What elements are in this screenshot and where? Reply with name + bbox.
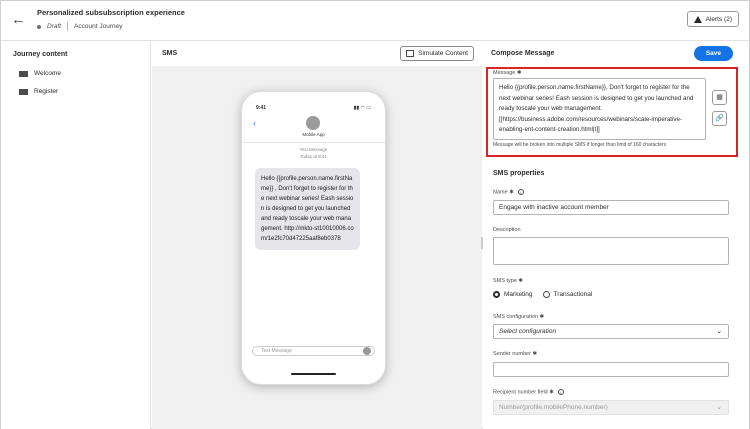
- message-textarea[interactable]: Hello {{profile.person.name.firstName}},…: [493, 78, 706, 140]
- compose-title: Compose Message: [491, 50, 555, 57]
- journey-name: Account Journey: [74, 23, 123, 30]
- radio-marketing[interactable]: Marketing: [493, 291, 533, 298]
- phone-text-input: Text Message: [252, 346, 375, 356]
- link-icon[interactable]: 🔗: [712, 111, 727, 126]
- sender-number-label: Sender number ✱: [493, 351, 538, 357]
- status-dot-icon: [37, 24, 41, 29]
- sms-type-label: SMS type ✱: [493, 278, 523, 284]
- name-input[interactable]: Engage with inactive account member: [493, 200, 729, 215]
- recipient-number-label: Recipient number field ✱ i: [493, 389, 564, 395]
- avatar: [306, 116, 320, 130]
- alerts-label: Alerts (2): [705, 15, 732, 23]
- simulate-label: Simulate Content: [418, 50, 468, 57]
- divider: [242, 142, 385, 143]
- name-label: Name ✱ i: [493, 189, 524, 195]
- phone-app-name: Mobile App: [302, 132, 325, 137]
- preview-title: SMS: [162, 50, 178, 57]
- sender-number-input[interactable]: [493, 362, 729, 377]
- description-input[interactable]: [493, 237, 729, 265]
- content-item-register[interactable]: Register: [19, 88, 58, 95]
- status-label: Draft: [47, 23, 62, 30]
- sms-properties-title: SMS properties: [493, 170, 545, 177]
- phone-input-placeholder: Text Message: [261, 348, 292, 354]
- mail-icon: [19, 70, 28, 77]
- chevron-down-icon: ⌄: [716, 328, 722, 335]
- content-item-label: Register: [34, 88, 59, 95]
- radio-unselected-icon: [542, 291, 550, 298]
- send-icon: [363, 347, 371, 355]
- phone-mockup: 9:41 ▮▮ ◠ ▭ ‹ Mobile App Text Message To…: [241, 91, 386, 385]
- journey-subtitle: Draft Account Journey: [37, 22, 123, 31]
- sms-config-label: SMS configuration ✱: [493, 314, 545, 320]
- message-hint: Message will be broken into multiple SMS…: [493, 142, 667, 148]
- chevron-down-icon: ⌄: [716, 404, 722, 411]
- message-type: Text Message: [299, 147, 328, 152]
- recipient-number-field: Number(profile.mobilePhone.number) ⌄: [493, 400, 729, 415]
- sms-config-select[interactable]: Select configuration ⌄: [493, 324, 729, 339]
- message-bubble: Hello {{profile.person.name.firstName}} …: [255, 168, 360, 250]
- radio-transactional[interactable]: Transactional: [542, 291, 592, 298]
- info-icon[interactable]: i: [557, 389, 564, 395]
- top-bar: ← Personalized subsubscription experienc…: [1, 1, 749, 41]
- compose-panel: Compose Message Save Message ✱ Hello {{p…: [483, 42, 749, 429]
- home-indicator: [291, 373, 336, 375]
- alerts-button[interactable]: Alerts (2): [686, 11, 739, 27]
- message-time: Today at 9:41: [299, 154, 328, 159]
- radio-selected-icon: [493, 291, 500, 298]
- personalization-icon[interactable]: ▦: [712, 90, 727, 105]
- save-button[interactable]: Save: [693, 46, 733, 61]
- journey-title: Personalized subsubscription experience: [37, 8, 185, 17]
- content-item-welcome[interactable]: Welcome: [19, 70, 61, 77]
- chevron-left-icon: ‹: [253, 118, 256, 128]
- description-label: Description: [493, 227, 521, 233]
- message-label: Message ✱: [493, 70, 522, 76]
- journey-content-panel: Journey content Welcome Register: [1, 42, 151, 429]
- journey-content-title: Journey content: [13, 51, 68, 58]
- content-item-label: Welcome: [34, 70, 61, 77]
- phone-status-icons: ▮▮ ◠ ▭: [353, 105, 371, 111]
- preview-icon: [406, 50, 415, 57]
- divider: [67, 22, 69, 31]
- simulate-content-button[interactable]: Simulate Content: [400, 46, 474, 61]
- preview-header: SMS Simulate Content: [152, 42, 482, 66]
- arrow-left-icon[interactable]: ←: [11, 12, 27, 28]
- warning-icon: [693, 15, 702, 23]
- phone-time: 9:41: [256, 105, 267, 111]
- sms-type-group: Marketing Transactional: [493, 291, 592, 298]
- info-icon[interactable]: i: [517, 189, 524, 195]
- sms-preview-panel: SMS Simulate Content 9:41 ▮▮ ◠ ▭ ‹ Mobil…: [152, 42, 482, 429]
- mail-icon: [19, 88, 28, 95]
